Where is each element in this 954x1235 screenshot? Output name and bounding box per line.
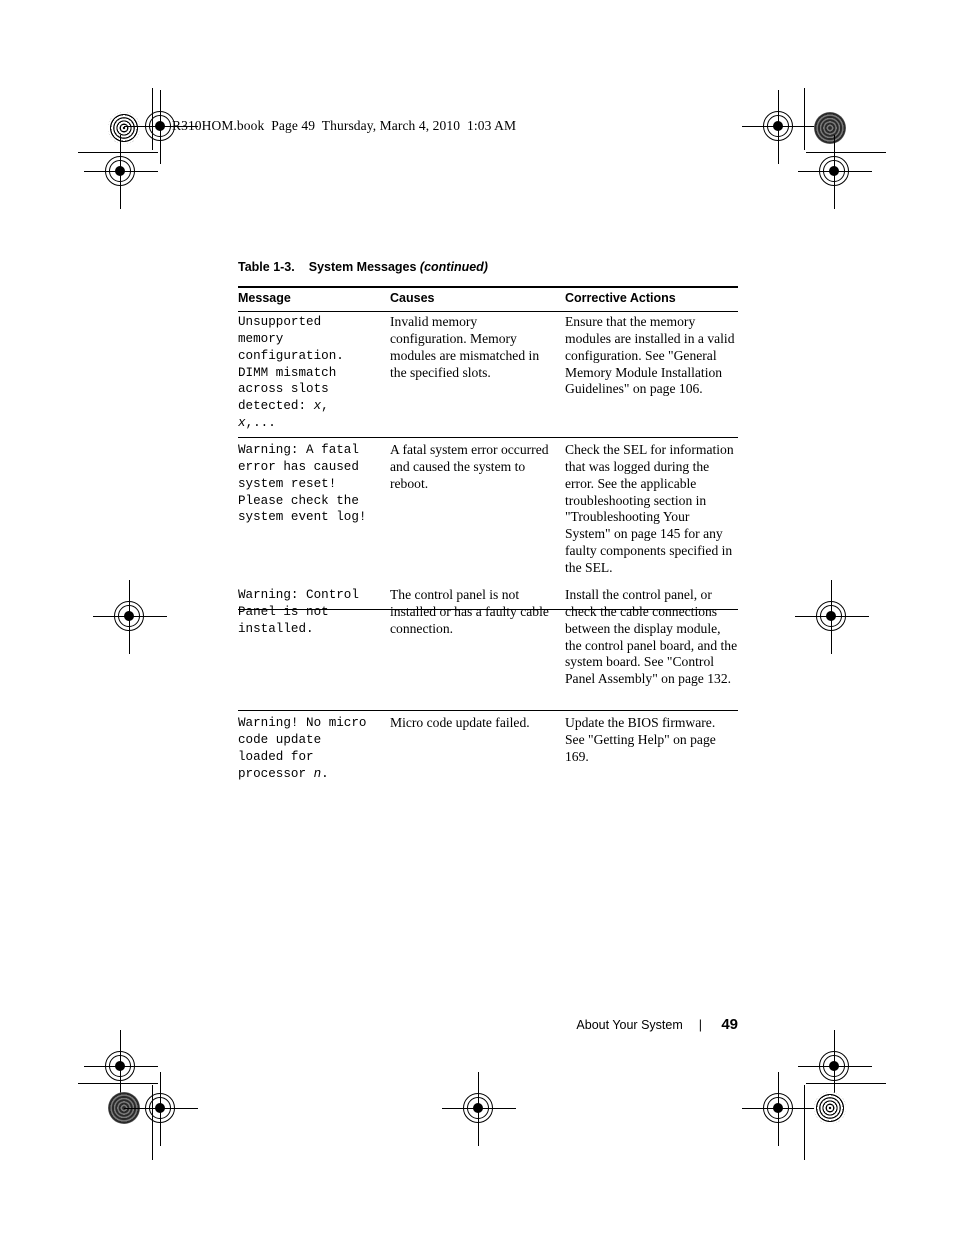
table-caption-label: Table 1-3. bbox=[238, 260, 295, 274]
table-caption: Table 1-3. System Messages (continued) bbox=[238, 260, 488, 274]
cell-message: Warning: A fatal error has caused system… bbox=[238, 443, 367, 525]
footer-page-number: 49 bbox=[721, 1016, 738, 1033]
column-header-message: Message bbox=[238, 291, 291, 305]
message-line: code update bbox=[238, 732, 322, 747]
cell-causes: A fatal system error occurred and caused… bbox=[390, 442, 549, 491]
footer-separator: | bbox=[698, 1018, 702, 1032]
registration-cross-right-middle bbox=[795, 580, 869, 654]
table-row: Warning! No micro code update loaded for pr… bbox=[238, 715, 738, 782]
message-line: Warning! No micro bbox=[238, 716, 367, 730]
table-row: Warning: Control Panel is not installed.… bbox=[238, 587, 738, 688]
table-rule-top bbox=[238, 286, 738, 288]
table-rule-header bbox=[238, 311, 738, 312]
table-caption-continued: (continued) bbox=[419, 260, 488, 274]
table-row: Warning: A fatal error has caused system… bbox=[238, 442, 738, 577]
column-header-corrective-actions: Corrective Actions bbox=[565, 291, 676, 305]
cell-message: Warning! No micro code update loaded for pr… bbox=[238, 716, 367, 781]
cell-corrective-actions: Install the control panel, or check the … bbox=[565, 587, 738, 687]
cell-corrective-actions: Ensure that the memory modules are insta… bbox=[565, 314, 735, 397]
column-header-causes: Causes bbox=[390, 291, 435, 305]
cell-corrective-actions: Update the BIOS firmware. See "Getting H… bbox=[565, 715, 716, 764]
cell-causes: Invalid memory configuration. Memory mod… bbox=[390, 314, 540, 380]
registration-cross-left-middle bbox=[93, 580, 167, 654]
cell-causes: Micro code update failed. bbox=[390, 715, 530, 730]
registration-target-bottom-right bbox=[814, 1092, 846, 1124]
document-page: R310HOM.book Page 49 Thursday, March 4, … bbox=[0, 0, 954, 1235]
cell-causes: The control panel is not installed or ha… bbox=[390, 587, 549, 636]
crop-line-right-lower-horizontal bbox=[806, 1083, 886, 1084]
crop-line-bottom-right-vertical bbox=[804, 1085, 805, 1160]
message-line: Unsupported bbox=[238, 315, 322, 329]
message-line: loaded for bbox=[238, 749, 314, 764]
cell-message: Warning: Control Panel is not installed. bbox=[238, 588, 367, 636]
registration-cross-bottom-center bbox=[442, 1072, 516, 1146]
cell-corrective-actions: Check the SEL for information that was l… bbox=[565, 442, 734, 575]
page-footer: About Your System | 49 bbox=[238, 1016, 738, 1033]
registration-cross-left-upper bbox=[84, 135, 158, 209]
registration-cross-bottom-left bbox=[124, 1072, 198, 1146]
message-line: DIMM mismatch bbox=[238, 365, 337, 380]
table-header-row: Message Causes Corrective Actions bbox=[238, 291, 738, 306]
registration-cross-right-upper bbox=[798, 135, 872, 209]
message-line: memory bbox=[238, 331, 284, 346]
table-rule-row-1 bbox=[238, 437, 738, 438]
print-header-text: R310HOM.book Page 49 Thursday, March 4, … bbox=[172, 118, 517, 133]
footer-section-title: About Your System bbox=[576, 1018, 683, 1032]
message-line: across slots bbox=[238, 382, 329, 397]
message-line: configuration. bbox=[238, 348, 344, 363]
table-row: Unsupported memory configuration. DIMM mism… bbox=[238, 314, 738, 432]
table-caption-title: System Messages bbox=[308, 260, 417, 274]
cell-message: Unsupported memory configuration. DIMM mism… bbox=[238, 315, 344, 431]
table-rule-row-3 bbox=[238, 710, 738, 711]
